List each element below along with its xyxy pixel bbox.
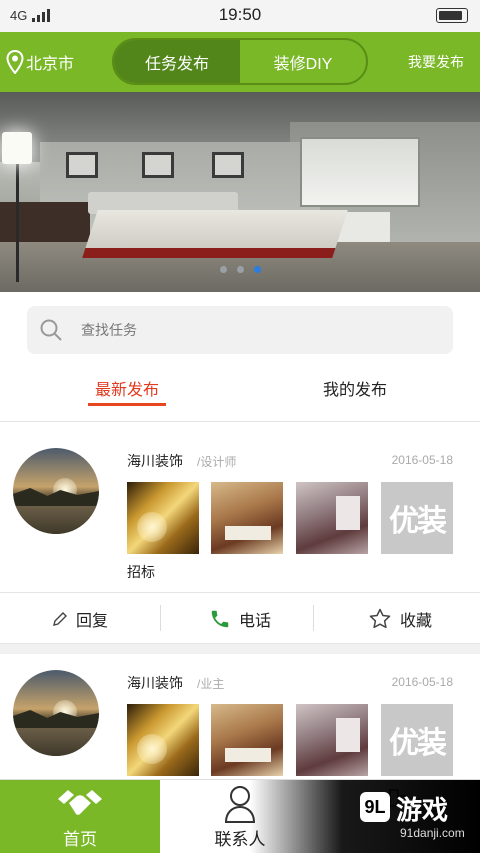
pencil-icon [53, 612, 67, 626]
section-gap [0, 644, 480, 654]
favorite-label: 收藏 [399, 613, 432, 630]
post-image[interactable] [127, 704, 199, 776]
favorite-button[interactable]: 收藏 [320, 593, 480, 645]
tab-latest[interactable]: 最新发布 [88, 376, 166, 400]
phone-label: 电话 [238, 613, 271, 630]
post-image[interactable] [127, 482, 199, 554]
banner-window [300, 137, 420, 207]
reply-label: 回复 [75, 613, 108, 630]
post-image-placeholder[interactable]: 优装 [381, 482, 453, 554]
company-name: 海川装饰 [127, 453, 183, 469]
bottom-nav: 首页 联系人 9L 游戏 91danji.com [0, 779, 480, 853]
segment-control: 任务发布 装修DIY [112, 38, 368, 85]
carousel-dot[interactable] [236, 266, 244, 273]
divider [313, 605, 314, 631]
tab-mine[interactable]: 我的发布 [310, 376, 400, 400]
banner-lamp [2, 132, 32, 164]
app-header: 北京市 任务发布 装修DIY 我要发布 [0, 32, 480, 92]
post-image[interactable] [211, 704, 283, 776]
carousel-dot[interactable] [219, 266, 227, 273]
carousel-dot[interactable] [253, 266, 261, 273]
placeholder-text: 优装 [389, 727, 447, 760]
post-tabs: 最新发布 我的发布 [0, 358, 480, 422]
post-image-placeholder[interactable]: 优装 [381, 704, 453, 776]
banner-frame [142, 152, 174, 178]
nav-home[interactable]: 首页 [0, 780, 160, 853]
user-role: /业主 [197, 677, 225, 691]
search-bar[interactable] [27, 306, 453, 354]
status-time: 19:50 [218, 5, 262, 24]
banner-lamp-pole [16, 162, 19, 282]
phone-icon [211, 610, 229, 628]
publish-button[interactable]: 我要发布 [408, 52, 464, 72]
status-bar: 4G 19:50 [0, 0, 480, 32]
tab-task-publish[interactable]: 任务发布 [114, 40, 240, 83]
placeholder-text: 优装 [389, 505, 447, 538]
user-role: /设计师 [197, 455, 237, 469]
post-image[interactable] [211, 482, 283, 554]
watermark-url: 91danji.com [400, 826, 465, 840]
location-pin-icon [6, 50, 24, 74]
search-input[interactable] [81, 306, 441, 354]
avatar[interactable] [13, 670, 99, 756]
post-actions: 回复 电话 收藏 [0, 592, 480, 644]
tab-indicator [88, 403, 166, 406]
reply-button[interactable]: 回复 [0, 593, 160, 645]
phone-button[interactable]: 电话 [160, 593, 320, 645]
post-date: 2016-05-18 [391, 453, 453, 467]
post-card[interactable]: 海川装饰 /业主 2016-05-18 优装 [0, 654, 480, 779]
banner-dresser [0, 202, 90, 242]
handshake-icon [58, 790, 102, 815]
banner-bed [82, 210, 348, 258]
battery-icon [436, 8, 468, 23]
post-card[interactable]: 海川装饰 /设计师 2016-05-18 优装 招标 [0, 422, 480, 592]
search-icon [40, 319, 62, 341]
star-icon [369, 608, 391, 629]
carousel-dots [0, 266, 480, 273]
city-selector[interactable]: 北京市 [6, 50, 74, 74]
banner-frame [66, 152, 98, 178]
banner-frame [212, 152, 244, 178]
company-name: 海川装饰 [127, 675, 183, 691]
banner-carousel[interactable] [0, 92, 480, 292]
post-image[interactable] [296, 704, 368, 776]
tab-decoration-diy[interactable]: 装修DIY [240, 40, 366, 83]
post-description: 招标 [127, 564, 155, 580]
city-label: 北京市 [26, 56, 75, 73]
post-date: 2016-05-18 [391, 675, 453, 689]
post-image[interactable] [296, 482, 368, 554]
nav-home-label: 首页 [63, 830, 97, 849]
avatar[interactable] [13, 448, 99, 534]
watermark-logo: 游戏 [396, 795, 449, 825]
watermark-badge: 9L [360, 792, 390, 822]
